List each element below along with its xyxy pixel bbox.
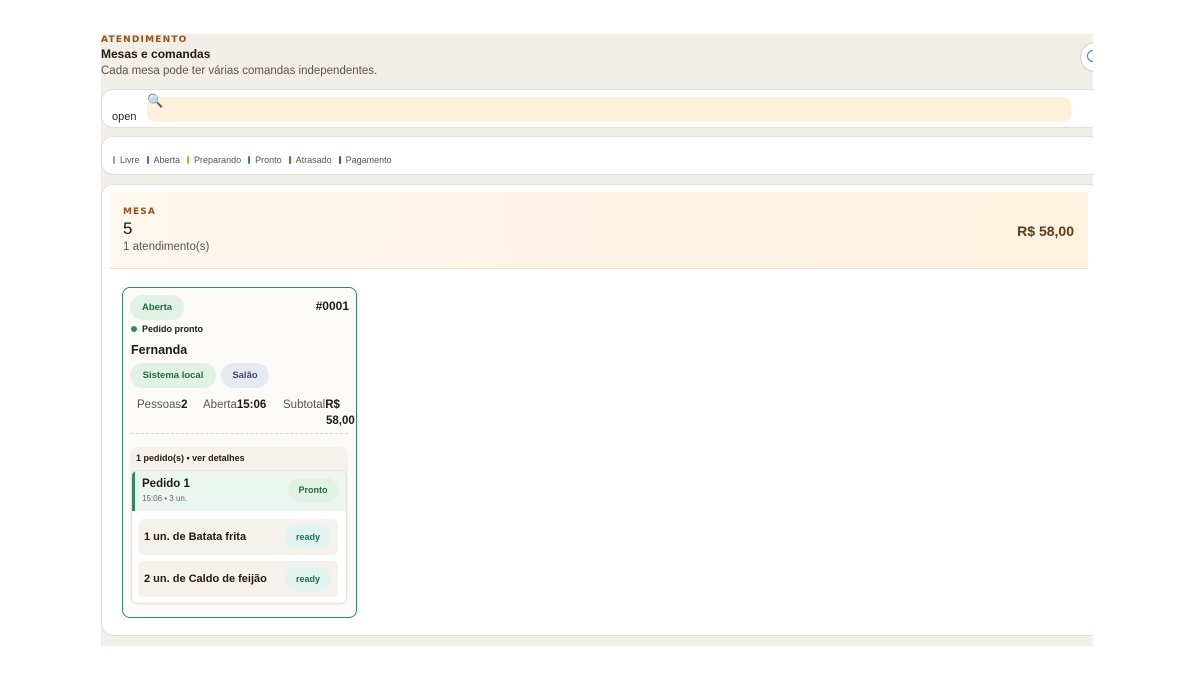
order-status-badge: Pronto [288, 478, 338, 502]
order-detail: Pedido 1 15:06 • 3 un. Pronto 1 un. de B… [131, 470, 347, 604]
legend-label: Preparando [194, 155, 242, 165]
legend-item-preparando: Preparando [187, 155, 241, 165]
stat-subtotal: SubtotalR$ [283, 399, 340, 411]
search-input[interactable] [147, 97, 1071, 122]
subtotal-value-continued: 58,00 [326, 415, 355, 427]
page-header: ATENDIMENTO Mesas e comandas Cada mesa p… [101, 34, 1093, 86]
orders-summary-toggle[interactable]: 1 pedido(s) • ver detalhes [136, 453, 245, 463]
magnifier-icon: 🔍 [147, 93, 164, 108]
stat-people: Pessoas2 [137, 399, 188, 411]
ready-text: Pedido pronto [142, 324, 203, 334]
source-badge: Sistema local [130, 363, 216, 388]
legend-item-livre: Livre [113, 155, 140, 165]
legend-marker [187, 156, 190, 164]
search-panel: open 🔍 [101, 89, 1093, 128]
legend-item-pronto: Pronto [248, 155, 282, 165]
order-item: 1 un. de Batata frita ready [138, 519, 338, 555]
stat-value: 2 [181, 399, 188, 411]
order-item: 2 un. de Caldo de feijão ready [138, 561, 338, 597]
legend-marker [288, 156, 291, 164]
legend-label: Pagamento [345, 155, 392, 165]
table-header[interactable]: MESA 5 1 atendimento(s) R$ 58,00 [110, 192, 1088, 269]
legend-marker [146, 156, 149, 164]
stat-label: Pessoas [137, 399, 182, 411]
order-meta: 15:06 • 3 un. [142, 494, 188, 503]
section-eyebrow: ATENDIMENTO [101, 35, 188, 45]
table-panel: MESA 5 1 atendimento(s) R$ 58,00 Aberta … [101, 184, 1093, 636]
stat-open-time: Aberta15:06 [203, 399, 266, 411]
order-header[interactable]: Pedido 1 15:06 • 3 un. Pronto [132, 471, 346, 511]
item-name: 2 un. de Caldo de feijão [144, 573, 267, 585]
table-label: MESA [123, 207, 156, 217]
status-legend: Livre Aberta Preparando Pronto Atrasado … [113, 155, 392, 165]
legend-marker [248, 156, 251, 164]
table-service-count: 1 atendimento(s) [123, 241, 210, 253]
table-total: R$ 58,00 [1017, 223, 1074, 239]
status-legend-panel: Livre Aberta Preparando Pronto Atrasado … [101, 136, 1093, 175]
legend-item-aberta: Aberta [146, 155, 181, 165]
legend-label: Livre [120, 155, 140, 165]
item-name: 1 un. de Batata frita [144, 531, 247, 543]
page-subtitle: Cada mesa pode ter várias comandas indep… [101, 65, 378, 77]
stat-label: Subtotal [283, 399, 326, 411]
ready-indicator: Pedido pronto [131, 324, 203, 334]
magnifier-icon [1087, 50, 1093, 62]
search-toggle-button[interactable] [1080, 42, 1093, 72]
legend-item-atrasado: Atrasado [288, 155, 332, 165]
status-badge: Aberta [130, 295, 184, 320]
stat-value: 15:06 [236, 399, 267, 411]
legend-label: Atrasado [295, 155, 332, 165]
table-number: 5 [123, 219, 133, 238]
order-ticket-card[interactable]: Aberta #0001 Pedido pronto Fernanda Sist… [122, 287, 357, 618]
area-badge: Salão [221, 363, 269, 388]
app-frame: ATENDIMENTO Mesas e comandas Cada mesa p… [101, 34, 1093, 646]
legend-label: Pronto [255, 155, 282, 165]
divider [131, 433, 348, 434]
item-status-badge: ready [285, 525, 331, 549]
legend-label: Aberta [153, 155, 181, 165]
stat-value: R$ [325, 399, 340, 411]
item-status-badge: ready [285, 567, 331, 591]
legend-marker [338, 156, 341, 164]
order-name: Pedido 1 [142, 478, 190, 490]
status-dot-icon [131, 326, 137, 332]
ticket-code: #0001 [315, 299, 349, 313]
orders-section: 1 pedido(s) • ver detalhes Pedido 1 15:0… [130, 447, 348, 605]
search-label: open [112, 111, 137, 123]
customer-name: Fernanda [131, 343, 188, 357]
page-title: Mesas e comandas [101, 47, 211, 61]
legend-marker [113, 156, 115, 164]
legend-item-pagamento: Pagamento [338, 155, 392, 165]
stat-label: Aberta [203, 399, 237, 411]
